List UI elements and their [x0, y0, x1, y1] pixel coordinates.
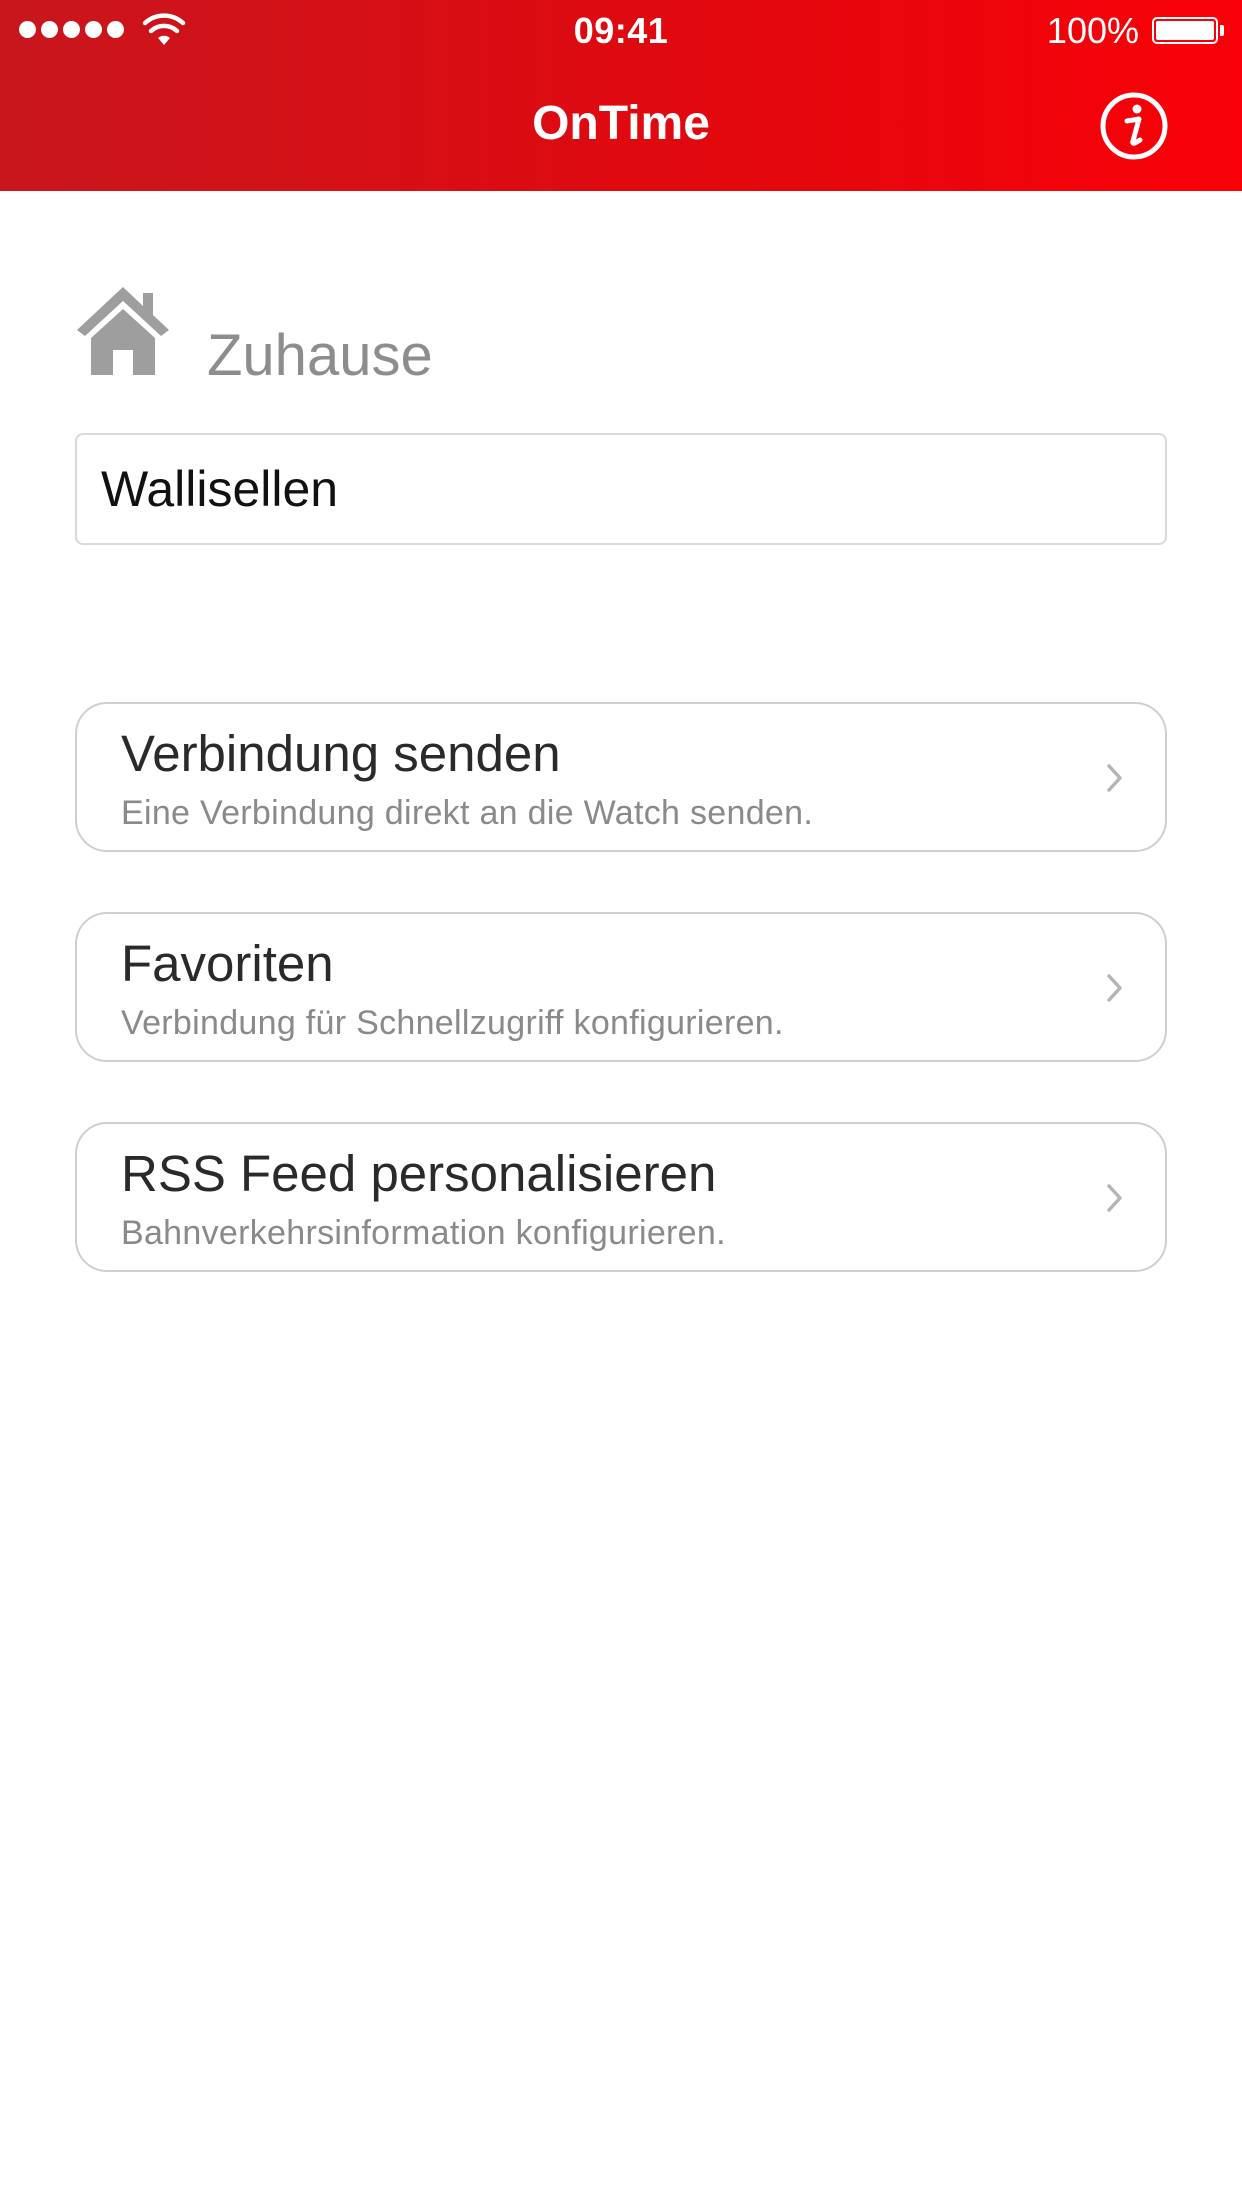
menu-item-title: Favoriten — [121, 935, 334, 992]
menu-item-subtitle: Verbindung für Schnellzugriff konfigurie… — [121, 1004, 784, 1042]
menu-item-subtitle: Bahnverkehrsinformation konfigurieren. — [121, 1214, 726, 1252]
menu-item-title: Verbindung senden — [121, 725, 561, 782]
menu-item-title: RSS Feed personalisieren — [121, 1145, 717, 1202]
favorites-button[interactable]: Favoriten Verbindung für Schnellzugriff … — [75, 912, 1167, 1062]
home-icon — [77, 287, 169, 375]
chevron-right-icon — [1107, 974, 1122, 1002]
page-title: OnTime — [532, 97, 710, 150]
chevron-right-icon — [1107, 1184, 1122, 1212]
home-section-label: Zuhause — [207, 323, 433, 388]
battery-icon — [1152, 17, 1218, 44]
status-bar: 09:41 100% — [0, 0, 1242, 60]
send-connection-button[interactable]: Verbindung senden Eine Verbindung direkt… — [75, 702, 1167, 852]
home-station-input[interactable] — [75, 433, 1167, 545]
navigation-bar: 09:41 100% OnTime — [0, 0, 1242, 191]
menu-item-subtitle: Eine Verbindung direkt an die Watch send… — [121, 794, 814, 832]
rss-feed-button[interactable]: RSS Feed personalisieren Bahnverkehrsinf… — [75, 1122, 1167, 1272]
battery-percentage: 100% — [1046, 10, 1139, 51]
battery-tip — [1220, 25, 1224, 36]
chevron-right-icon — [1107, 764, 1122, 792]
info-icon[interactable] — [1099, 91, 1169, 161]
